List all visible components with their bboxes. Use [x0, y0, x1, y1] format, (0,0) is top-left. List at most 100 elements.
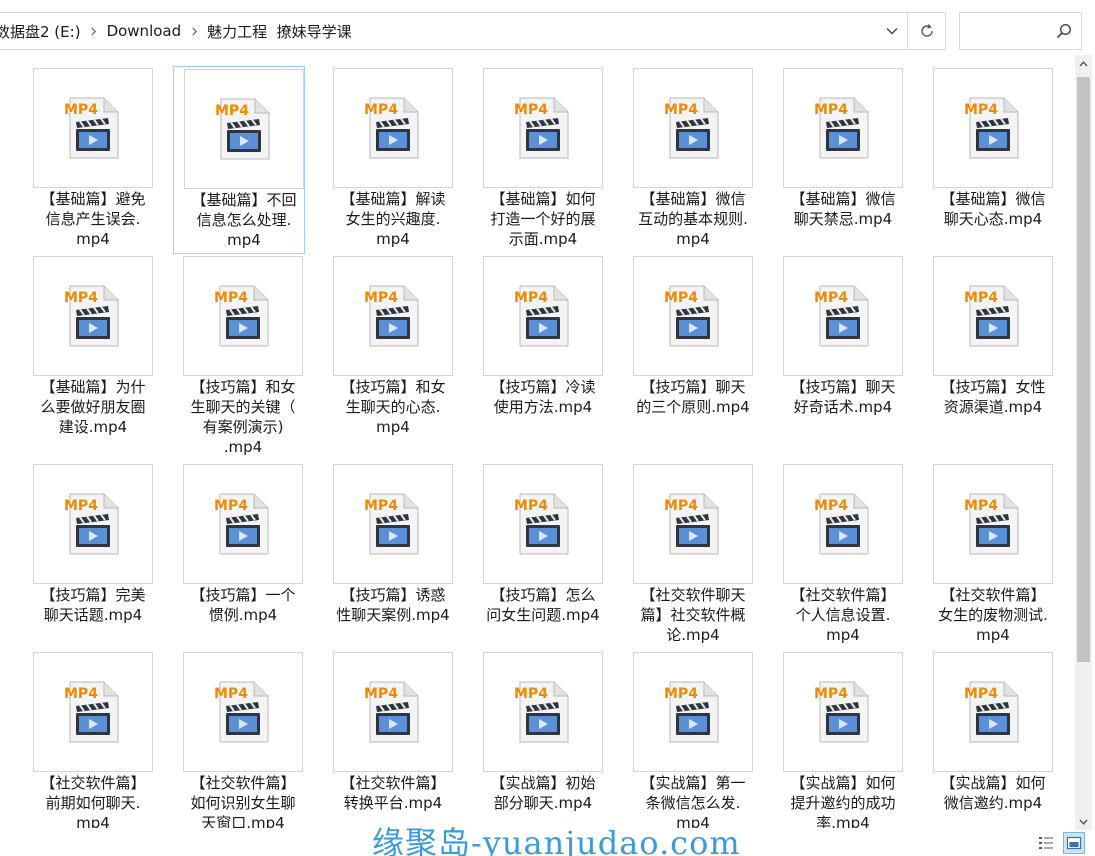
file-name-label: 【技巧篇】女性 资源渠道.mp4	[910, 377, 1074, 417]
file-name-label: 【基础篇】如何 打造一个好的展 示面.mp4	[460, 189, 626, 249]
search-icon[interactable]	[1055, 22, 1073, 40]
file-name-label: 【社交软件篇】 前期如何聊天. mp4	[10, 773, 176, 828]
vertical-scrollbar[interactable]	[1075, 55, 1092, 830]
mp4-file-icon: MP4	[814, 285, 869, 347]
mp4-badge-text: MP4	[64, 686, 98, 702]
file-thumbnail: MP4	[333, 464, 453, 584]
file-name-line: 【基础篇】微信	[790, 190, 896, 208]
chevron-down-icon	[1079, 819, 1088, 825]
mp4-file-icon: MP4	[964, 97, 1019, 159]
file-thumbnail: MP4	[333, 652, 453, 772]
file-item[interactable]: MP4 【基础篇】不回 信息怎么处理. mp4	[173, 66, 305, 254]
breadcrumb-item-drive[interactable]: 数据盘2 (E:)	[0, 21, 85, 42]
large-icons-view-button[interactable]	[1063, 832, 1085, 854]
mp4-badge-text: MP4	[64, 102, 98, 118]
mp4-badge-text: MP4	[514, 498, 548, 514]
address-bar[interactable]: 数据盘2 (E:) Download 魅力工程 撩妹导学课	[0, 12, 946, 50]
mp4-file-icon: MP4	[664, 285, 719, 347]
mp4-badge-text: MP4	[214, 290, 248, 306]
mp4-file-icon: MP4	[364, 97, 419, 159]
mp4-file-icon: MP4	[364, 681, 419, 743]
search-input[interactable]	[960, 13, 1055, 49]
file-name-line: 天窗口.mp4	[201, 814, 285, 828]
mp4-badge-text: MP4	[964, 290, 998, 306]
mp4-file-icon: MP4	[214, 493, 269, 555]
mp4-badge-text: MP4	[364, 102, 398, 118]
refresh-button[interactable]	[907, 13, 945, 49]
file-name-label: 【社交软件聊天 篇】社交软件概 论.mp4	[610, 585, 776, 645]
file-name-line: 【基础篇】微信	[640, 190, 746, 208]
file-name-line: 好奇话术.mp4	[793, 398, 893, 416]
file-name-line: 【基础篇】微信	[940, 190, 1046, 208]
file-name-line: 【实战篇】初始	[490, 774, 596, 792]
scrollbar-thumb[interactable]	[1077, 77, 1090, 662]
view-mode-switcher	[1035, 832, 1085, 854]
file-name-line: 【技巧篇】冷读	[490, 378, 596, 396]
mp4-file-icon: MP4	[814, 681, 869, 743]
file-name-line: 生聊天的心态.	[345, 398, 441, 416]
chevron-right-icon[interactable]	[87, 24, 101, 38]
breadcrumb-item-current-folder[interactable]: 魅力工程 撩妹导学课	[203, 21, 356, 42]
watermark-text: 缘聚岛-yuanjudao.com	[372, 824, 741, 856]
mp4-file-icon: MP4	[364, 493, 419, 555]
mp4-file-icon: MP4	[364, 285, 419, 347]
file-name-line: 么要做好朋友圈	[40, 398, 146, 416]
scroll-up-button[interactable]	[1075, 55, 1092, 72]
mp4-badge-text: MP4	[64, 498, 98, 514]
file-name-line: 【社交软件篇】	[790, 586, 896, 604]
file-thumbnail: MP4	[633, 256, 753, 376]
mp4-file-icon: MP4	[664, 493, 719, 555]
file-name-line: mp4	[376, 230, 410, 248]
mp4-file-icon: MP4	[814, 493, 869, 555]
file-name-line: 【技巧篇】怎么	[490, 586, 596, 604]
file-name-label: 【技巧篇】聊天 的三个原则.mp4	[610, 377, 776, 417]
file-name-line: 的三个原则.mp4	[636, 398, 750, 416]
file-name-line: 性聊天案例.mp4	[336, 606, 450, 624]
file-name-line: 【基础篇】避免	[40, 190, 146, 208]
file-thumbnail: MP4	[483, 464, 603, 584]
file-name-label: 【技巧篇】冷读 使用方法.mp4	[460, 377, 626, 417]
file-name-line: 【实战篇】如何	[940, 774, 1046, 792]
file-name-line: 【社交软件聊天	[640, 586, 746, 604]
chevron-up-icon	[1079, 60, 1088, 66]
file-name-line: 信息产生误会.	[45, 210, 141, 228]
mp4-file-icon: MP4	[514, 493, 569, 555]
file-name-line: mp4	[376, 418, 410, 436]
address-history-dropdown[interactable]	[877, 13, 907, 49]
file-name-line: mp4	[76, 814, 110, 828]
mp4-file-icon: MP4	[964, 681, 1019, 743]
search-box[interactable]	[959, 12, 1082, 50]
chevron-right-icon[interactable]	[187, 24, 201, 38]
breadcrumb-item-download[interactable]: Download	[103, 22, 186, 40]
file-name-line: 【实战篇】第一	[640, 774, 746, 792]
file-name-line: 【社交软件篇】	[940, 586, 1046, 604]
file-name-line: 【社交软件篇】	[340, 774, 446, 792]
file-thumbnail: MP4	[33, 68, 153, 188]
details-view-button[interactable]	[1035, 832, 1057, 854]
file-thumbnail: MP4	[333, 68, 453, 188]
file-name-line: mp4	[227, 231, 261, 249]
file-name-label: 【技巧篇】诱惑 性聊天案例.mp4	[310, 585, 476, 625]
mp4-badge-text: MP4	[964, 498, 998, 514]
details-view-icon	[1039, 837, 1053, 849]
mp4-badge-text: MP4	[814, 102, 848, 118]
file-name-line: 【技巧篇】和女	[340, 378, 446, 396]
file-name-label: 【实战篇】初始 部分聊天.mp4	[460, 773, 626, 813]
mp4-badge-text: MP4	[514, 290, 548, 306]
file-name-line: 【基础篇】为什	[40, 378, 146, 396]
file-name-label: 【技巧篇】和女 生聊天的关键（ 有案例演示) .mp4	[160, 377, 326, 457]
scroll-down-button[interactable]	[1075, 813, 1092, 830]
file-thumbnail: MP4	[933, 68, 1053, 188]
file-name-line: 【社交软件篇】	[40, 774, 146, 792]
file-name-label: 【社交软件篇】 如何识别女生聊 天窗口.mp4	[160, 773, 326, 828]
file-name-line: 转换平台.mp4	[343, 794, 443, 812]
file-name-line: 问女生问题.mp4	[486, 606, 600, 624]
mp4-badge-text: MP4	[664, 686, 698, 702]
file-thumbnail: MP4	[483, 256, 603, 376]
file-name-line: mp4	[826, 626, 860, 644]
mp4-badge-text: MP4	[514, 686, 548, 702]
file-name-line: 有案例演示)	[202, 418, 284, 436]
mp4-badge-text: MP4	[814, 686, 848, 702]
file-name-line: 【技巧篇】和女	[190, 378, 296, 396]
file-name-label: 【基础篇】微信 互动的基本规则. mp4	[610, 189, 776, 249]
